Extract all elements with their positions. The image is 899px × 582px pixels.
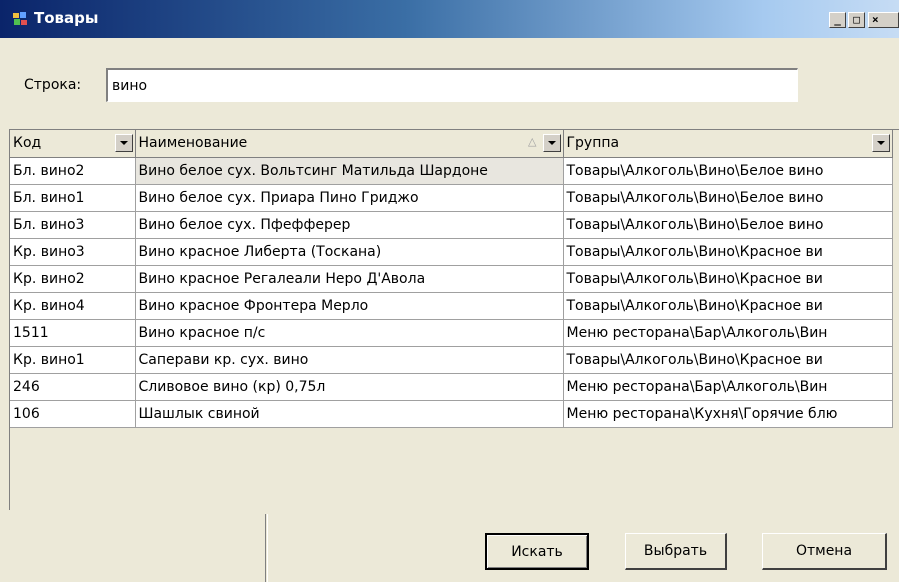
cell-name: Вино белое сух. Вольтсинг Матильда Шардо…: [135, 157, 564, 185]
cell-group: Меню ресторана\Бар\Алкоголь\Вин: [563, 319, 893, 347]
column-header-label: Код: [13, 135, 42, 152]
cell-name: Вино белое сух. Приара Пино Гриджо: [135, 184, 564, 212]
table-row[interactable]: Бл. вино2 Вино белое сух. Вольтсинг Мати…: [10, 157, 893, 185]
cell-name: Вино красное Регалеали Неро Д'Авола: [135, 265, 564, 293]
cell-code: 246: [10, 373, 136, 401]
search-button[interactable]: Искать: [485, 533, 589, 570]
cell-name: Сливовое вино (кр) 0,75л: [135, 373, 564, 401]
results-grid[interactable]: Код Наименование △ Группа Бл. вино2 Вино…: [9, 129, 899, 510]
cell-group: Товары\Алкоголь\Вино\Белое вино: [563, 184, 893, 212]
title-bar[interactable]: Товары _ □ ×: [0, 0, 899, 38]
cell-code: Кр. вино4: [10, 292, 136, 320]
cell-name: Вино красное п/с: [135, 319, 564, 347]
cell-group: Товары\Алкоголь\Вино\Белое вино: [563, 157, 893, 185]
table-row[interactable]: 106 Шашлык свиной Меню ресторана\Кухня\Г…: [10, 400, 893, 428]
cell-code: 106: [10, 400, 136, 428]
column-header-code[interactable]: Код: [10, 130, 136, 158]
cell-group: Товары\Алкоголь\Вино\Красное ви: [563, 346, 893, 374]
column-header-group[interactable]: Группа: [563, 130, 893, 158]
column-header-label: Наименование: [138, 135, 248, 152]
table-row[interactable]: Бл. вино3 Вино белое сух. Пфефферер Това…: [10, 211, 893, 239]
cell-name: Шашлык свиной: [135, 400, 564, 428]
filter-dropdown-button[interactable]: [114, 134, 133, 152]
cell-name: Саперави кр. сух. вино: [135, 346, 564, 374]
cell-group: Товары\Алкоголь\Вино\Красное ви: [563, 265, 893, 293]
cell-name: Вино белое сух. Пфефферер: [135, 211, 564, 239]
table-row[interactable]: Бл. вино1 Вино белое сух. Приара Пино Гр…: [10, 184, 893, 212]
table-row[interactable]: 1511 Вино красное п/с Меню ресторана\Бар…: [10, 319, 893, 347]
cell-code: Бл. вино3: [10, 211, 136, 239]
table-row[interactable]: Кр. вино2 Вино красное Регалеали Неро Д'…: [10, 265, 893, 293]
cell-code: Кр. вино3: [10, 238, 136, 266]
table-row[interactable]: Кр. вино3 Вино красное Либерта (Тоскана)…: [10, 238, 893, 266]
cell-code: 1511: [10, 319, 136, 347]
cell-code: Кр. вино1: [10, 346, 136, 374]
filter-dropdown-button[interactable]: [871, 134, 890, 152]
cell-code: Кр. вино2: [10, 265, 136, 293]
cell-group: Меню ресторана\Бар\Алкоголь\Вин: [563, 373, 893, 401]
search-label: Строка:: [24, 77, 82, 93]
cell-name: Вино красное Фронтера Мерло: [135, 292, 564, 320]
cancel-button[interactable]: Отмена: [762, 533, 887, 570]
cell-name: Вино красное Либерта (Тоскана): [135, 238, 564, 266]
filter-dropdown-button[interactable]: [542, 134, 561, 152]
results-table: Код Наименование △ Группа Бл. вино2 Вино…: [10, 130, 893, 428]
cell-code: Бл. вино2: [10, 157, 136, 185]
column-header-label: Группа: [566, 135, 620, 152]
window-title: Товары: [34, 9, 99, 27]
search-input[interactable]: [106, 68, 798, 102]
header-row: Код Наименование △ Группа: [10, 130, 893, 158]
cell-group: Товары\Алкоголь\Вино\Белое вино: [563, 211, 893, 239]
cell-group: Товары\Алкоголь\Вино\Красное ви: [563, 238, 893, 266]
maximize-button[interactable]: □: [848, 12, 865, 28]
table-row[interactable]: Кр. вино4 Вино красное Фронтера Мерло То…: [10, 292, 893, 320]
cell-group: Товары\Алкоголь\Вино\Красное ви: [563, 292, 893, 320]
footer-left-panel: [9, 514, 266, 582]
table-row[interactable]: Кр. вино1 Саперави кр. сух. вино Товары\…: [10, 346, 893, 374]
select-button[interactable]: Выбрать: [625, 533, 727, 570]
minimize-button[interactable]: _: [829, 12, 846, 28]
app-icon: [12, 11, 28, 27]
cell-code: Бл. вино1: [10, 184, 136, 212]
column-header-name[interactable]: Наименование △: [135, 130, 564, 158]
sort-ascending-icon: △: [528, 135, 537, 148]
table-row[interactable]: 246 Сливовое вино (кр) 0,75л Меню рестор…: [10, 373, 893, 401]
close-button[interactable]: ×: [868, 12, 899, 28]
cell-group: Меню ресторана\Кухня\Горячие блю: [563, 400, 893, 428]
